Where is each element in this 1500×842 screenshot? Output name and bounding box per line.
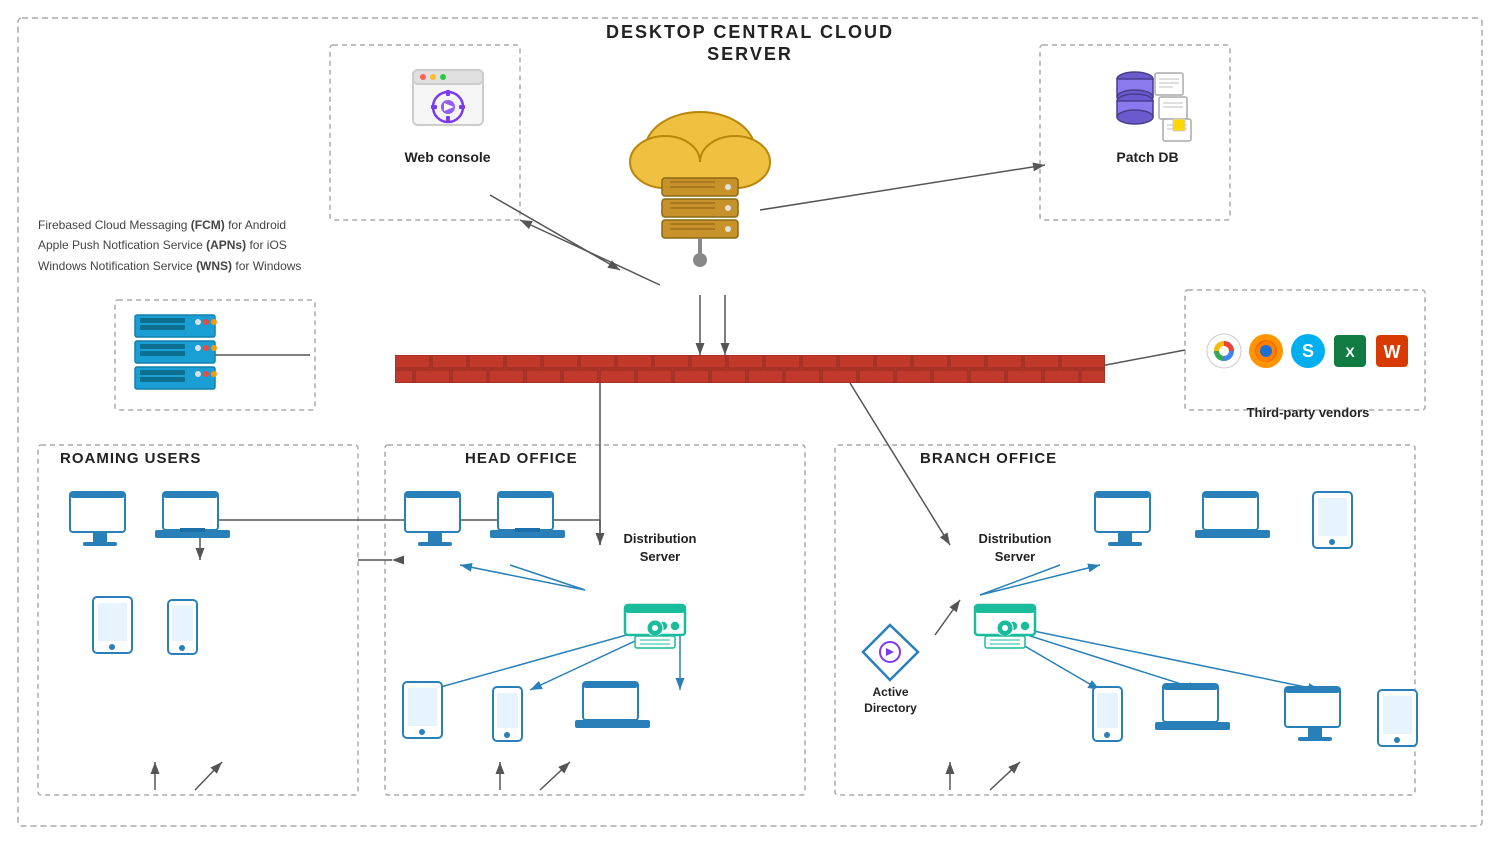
notif-line3: Windows Notification Service (WNS) for W… — [38, 256, 301, 276]
ho-dist-server-icon — [620, 580, 690, 655]
notif-line1: Firebased Cloud Messaging (FCM) for Andr… — [38, 215, 301, 235]
branch-office-label: BRANCH OFFICE — [920, 450, 1057, 467]
ho-laptop1 — [490, 490, 565, 555]
branch-tablet2 — [1375, 688, 1420, 753]
title-line1: DESKTOP CENTRAL CLOUD — [0, 22, 1500, 43]
third-party-vendors-label: Third-party vendors — [1198, 405, 1418, 420]
cloud-server-icon — [580, 70, 820, 290]
patch-db-label: Patch DB — [1116, 149, 1178, 165]
web-console-icon: Web console — [355, 65, 540, 165]
branch-phone1 — [1090, 685, 1125, 748]
branch-desktop1 — [1090, 490, 1160, 560]
roaming-desktop1 — [65, 490, 135, 560]
active-directory-icon: ActiveDirectory — [858, 620, 923, 716]
svg-text:X: X — [1345, 344, 1355, 360]
branch-laptop1 — [1195, 490, 1270, 555]
ho-tablet1 — [400, 680, 445, 745]
diagram: DESKTOP CENTRAL CLOUD SERVER — [0, 0, 1500, 842]
title-line2: SERVER — [0, 44, 1500, 65]
branch-tablet1 — [1310, 490, 1355, 555]
notification-text: Firebased Cloud Messaging (FCM) for Andr… — [38, 215, 301, 276]
server-rack-icon — [130, 310, 305, 405]
ho-dist-server: DistributionServer — [600, 530, 720, 566]
roaming-phone1 — [165, 598, 200, 661]
ho-laptop2 — [575, 680, 650, 745]
firewall — [395, 355, 1105, 383]
third-party-vendors-icons: S X W — [1198, 298, 1418, 403]
roaming-laptop1 — [155, 490, 230, 555]
branch-desktop2 — [1280, 685, 1350, 755]
svg-text:W: W — [1384, 342, 1401, 362]
active-directory-label: ActiveDirectory — [864, 685, 917, 716]
notif-line2: Apple Push Notfication Service (APNs) fo… — [38, 235, 301, 255]
ho-desktop1 — [400, 490, 470, 560]
head-office-label: HEAD OFFICE — [465, 450, 578, 467]
web-console-label: Web console — [404, 149, 490, 165]
roaming-users-label: ROAMING USERS — [60, 450, 201, 467]
branch-dist-server-icon — [970, 580, 1040, 655]
branch-laptop2 — [1155, 682, 1230, 747]
roaming-tablet1 — [90, 595, 135, 660]
branch-dist-server-label: DistributionServer — [955, 530, 1075, 566]
ho-phone1 — [490, 685, 525, 748]
svg-text:S: S — [1302, 341, 1314, 361]
patch-db-icon: Patch DB — [1055, 65, 1240, 165]
